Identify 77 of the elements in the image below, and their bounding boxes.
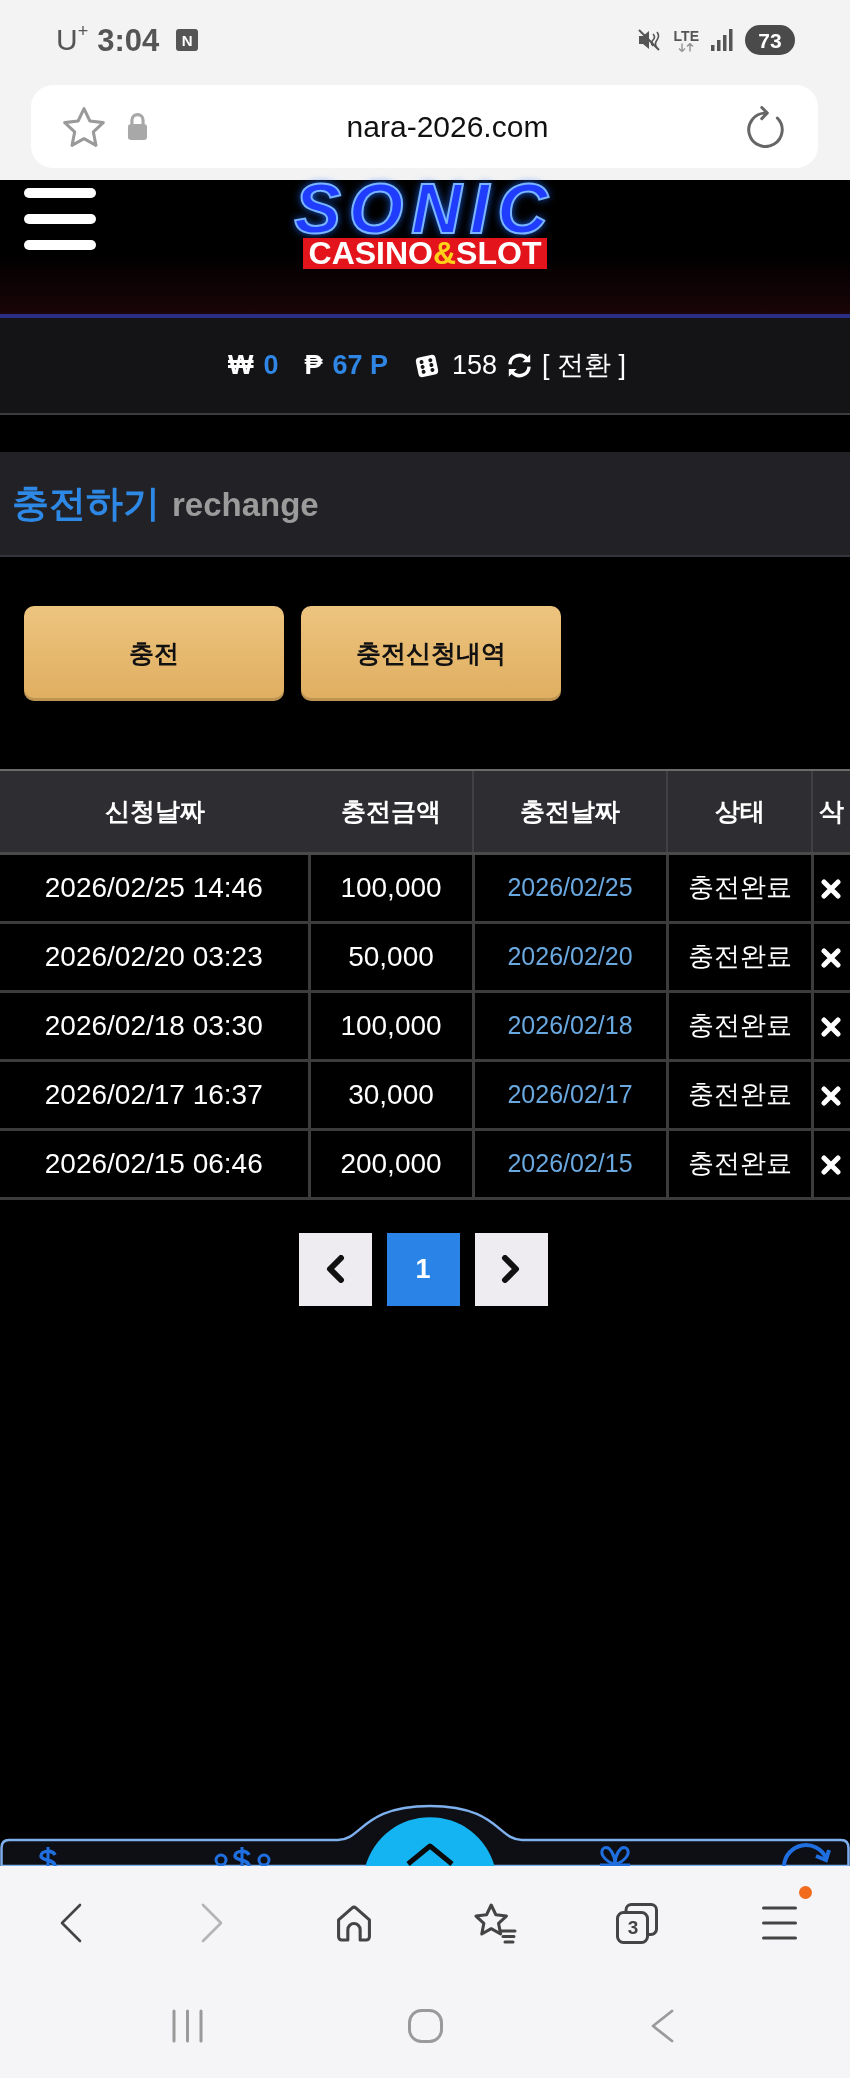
logo-title: SONIC bbox=[294, 182, 556, 236]
table-cell: 2026/02/17 bbox=[473, 1060, 667, 1129]
home-icon[interactable] bbox=[336, 1904, 373, 1942]
cash-balance: 0 bbox=[263, 352, 279, 379]
chevron-left-icon bbox=[325, 1255, 345, 1283]
carrier-label: U$^{+}$ bbox=[56, 25, 89, 55]
menu-icon[interactable] bbox=[24, 188, 96, 250]
delete-icon[interactable] bbox=[820, 948, 841, 969]
url-text: nara-2026.com bbox=[345, 111, 550, 142]
previous-page-button[interactable] bbox=[298, 1232, 372, 1306]
bookmarks-icon[interactable] bbox=[474, 1902, 518, 1944]
tabs-icon bbox=[616, 1902, 659, 1944]
table-cell: 충전완료 bbox=[667, 853, 812, 922]
home-button-icon[interactable] bbox=[407, 2009, 443, 2043]
point-balance: 67 P bbox=[332, 352, 388, 379]
next-page-button[interactable] bbox=[474, 1232, 548, 1306]
delete-icon[interactable] bbox=[820, 879, 841, 900]
dice-icon bbox=[414, 352, 440, 379]
mute-icon bbox=[637, 29, 662, 51]
lock-icon bbox=[127, 113, 148, 140]
table-cell: 2026/02/18 03:30 bbox=[0, 991, 309, 1060]
logo-subtitle: CASINO&SLOT bbox=[302, 238, 548, 269]
table-cell: 2026/02/25 bbox=[473, 853, 667, 922]
recent-apps-icon[interactable] bbox=[171, 2009, 204, 2043]
table-cell: 50,000 bbox=[309, 922, 473, 991]
bow-icon[interactable] bbox=[600, 1846, 630, 1866]
table-cell: 충전완료 bbox=[667, 991, 812, 1060]
address-bar[interactable]: nara-2026.com bbox=[31, 85, 818, 168]
column-header: 충전금액 bbox=[309, 770, 473, 853]
table-cell: 2026/02/15 06:46 bbox=[0, 1129, 309, 1198]
table-cell: 100,000 bbox=[309, 853, 473, 922]
curved-arrow-icon[interactable] bbox=[782, 1843, 831, 1866]
chip-balance: 158 bbox=[452, 352, 498, 379]
back-nav-icon[interactable] bbox=[651, 2009, 674, 2043]
won-sign: ₩ bbox=[227, 352, 254, 379]
history-button[interactable]: 충전신청내역 bbox=[301, 606, 561, 701]
menu-icon[interactable] bbox=[761, 1906, 797, 1940]
chevron-right-icon bbox=[501, 1255, 521, 1283]
delete-icon[interactable] bbox=[820, 1155, 841, 1176]
tabs-button[interactable]: 3 bbox=[616, 1902, 659, 1944]
dollar-icon[interactable] bbox=[39, 1847, 57, 1866]
back-icon[interactable] bbox=[59, 1903, 82, 1943]
data-activity-icon bbox=[677, 42, 696, 52]
table-cell: 충전완료 bbox=[667, 1129, 812, 1198]
clock-time: 3:04 bbox=[97, 24, 160, 56]
signal-icon bbox=[711, 29, 733, 51]
column-header: 상태 bbox=[667, 770, 812, 853]
table-cell: 2026/02/25 14:46 bbox=[0, 853, 309, 922]
coins-icon[interactable] bbox=[214, 1847, 271, 1866]
refresh-icon[interactable] bbox=[506, 352, 534, 379]
network-type-label: LTE bbox=[673, 28, 699, 43]
column-header: 삭 bbox=[812, 770, 850, 853]
delete-icon[interactable] bbox=[820, 1086, 841, 1107]
table-cell: 2026/02/17 16:37 bbox=[0, 1060, 309, 1129]
table-cell: 2026/02/18 bbox=[473, 991, 667, 1060]
table-cell: 충전완료 bbox=[667, 1060, 812, 1129]
table-cell: 충전완료 bbox=[667, 922, 812, 991]
table-cell: 2026/02/20 bbox=[473, 922, 667, 991]
table-cell: 30,000 bbox=[309, 1060, 473, 1129]
page-title: 충전하기 bbox=[12, 481, 160, 526]
table-cell: 100,000 bbox=[309, 991, 473, 1060]
charge-button[interactable]: 충전 bbox=[24, 606, 284, 701]
page-button[interactable]: 1 bbox=[386, 1232, 460, 1306]
table-cell: 2026/02/20 03:23 bbox=[0, 922, 309, 991]
page-subtitle: rechange bbox=[172, 484, 319, 525]
switch-link[interactable]: [ 전환 ] bbox=[542, 352, 627, 379]
table-cell: 2026/02/15 bbox=[473, 1129, 667, 1198]
bookmark-star-icon[interactable] bbox=[63, 106, 105, 147]
delete-icon[interactable] bbox=[820, 1017, 841, 1038]
table-cell: 200,000 bbox=[309, 1129, 473, 1198]
scroll-top-button[interactable] bbox=[365, 1817, 495, 1866]
column-header: 신청날짜 bbox=[0, 770, 309, 853]
notification-icon: N bbox=[176, 29, 199, 51]
battery-indicator: 73 bbox=[745, 25, 795, 55]
column-header: 충전날짜 bbox=[473, 770, 667, 853]
reload-icon[interactable] bbox=[747, 105, 784, 148]
point-sign: ₱ bbox=[304, 352, 323, 379]
